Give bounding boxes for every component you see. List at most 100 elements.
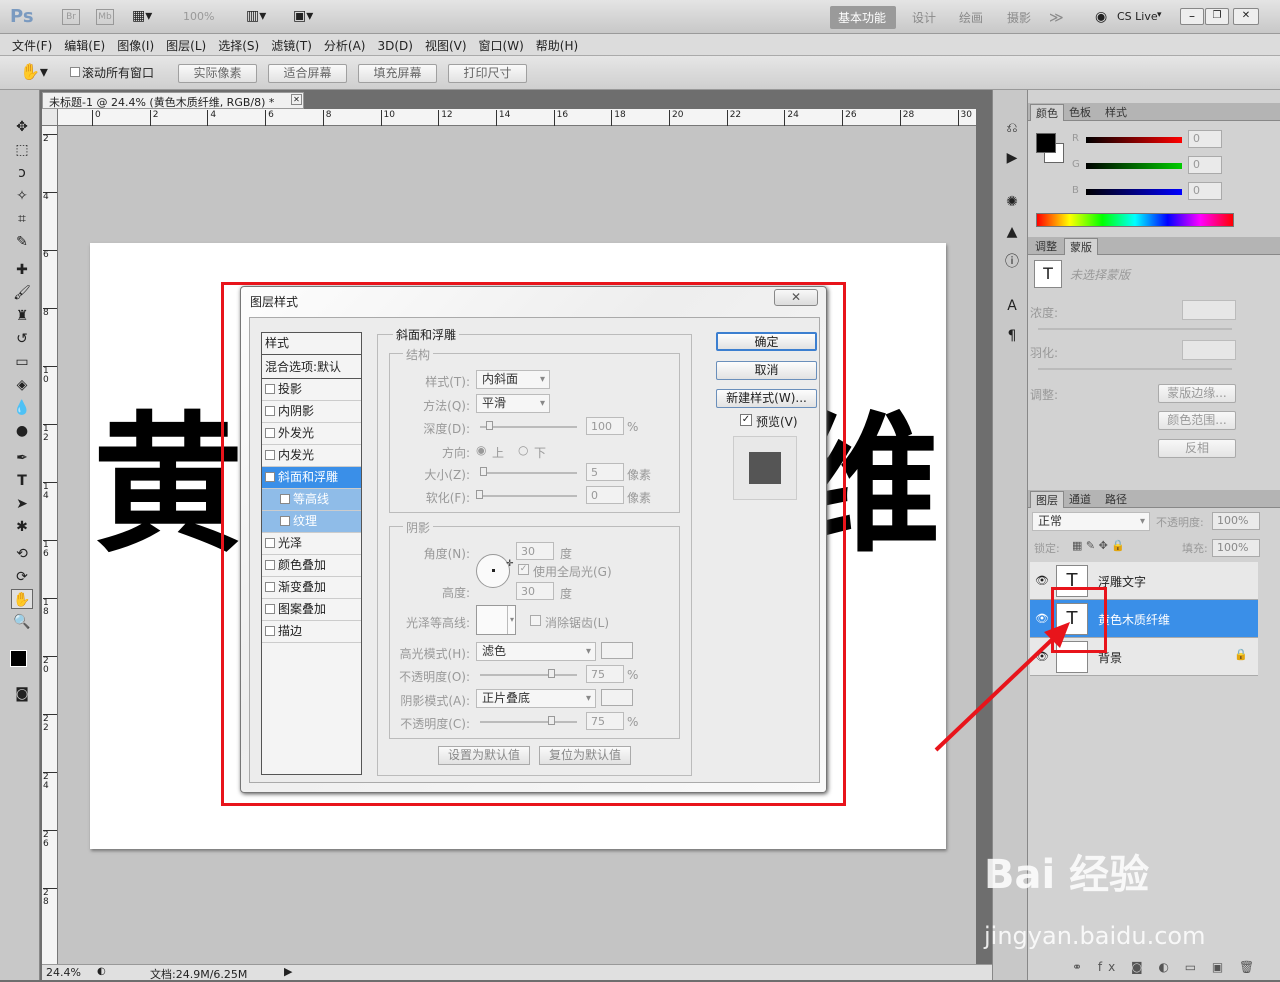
navigator-panel-icon[interactable]: ✺ bbox=[1002, 192, 1022, 212]
blend-mode-select[interactable]: 正常 bbox=[1032, 512, 1150, 531]
tab-channels[interactable]: 通道 bbox=[1064, 491, 1096, 508]
paint-bucket-icon[interactable]: ◈ bbox=[11, 375, 33, 395]
color-spectrum[interactable] bbox=[1036, 213, 1234, 227]
menu-filter[interactable]: 滤镜(T) bbox=[265, 34, 318, 57]
quick-mask-icon[interactable]: ◙ bbox=[11, 684, 33, 704]
tab-paths[interactable]: 路径 bbox=[1100, 491, 1132, 508]
path-select-icon[interactable]: ➤ bbox=[11, 494, 33, 514]
marquee-tool-icon[interactable]: ⬚ bbox=[11, 140, 33, 160]
tab-adjustments[interactable]: 调整 bbox=[1030, 238, 1062, 255]
cs-live-button[interactable]: CS Live bbox=[1117, 10, 1158, 23]
layers-footer-icons[interactable]: ⚭ fx ◙ ◐ ▭ ▣ 🗑 bbox=[1072, 960, 1260, 974]
workspace-essentials[interactable]: 基本功能 bbox=[838, 7, 886, 29]
invert-button[interactable]: 反相 bbox=[1158, 439, 1236, 458]
workspace-photography[interactable]: 摄影 bbox=[1007, 7, 1031, 29]
3d-orbit-icon[interactable]: ⟳ bbox=[11, 567, 33, 587]
shape-tool-icon[interactable]: ✱ bbox=[11, 517, 33, 537]
print-size-button[interactable]: 打印尺寸 bbox=[448, 64, 527, 83]
minimize-icon[interactable]: – bbox=[1180, 8, 1204, 25]
zoom-tool-icon[interactable]: 🔍 bbox=[11, 612, 33, 632]
paragraph-panel-icon[interactable]: ¶ bbox=[1002, 326, 1022, 346]
zoom-level[interactable]: 100% bbox=[183, 10, 214, 23]
document-tab[interactable]: 未标题-1 @ 24.4% (黄色木质纤维, RGB/8) * ✕ bbox=[42, 92, 304, 109]
color-range-button[interactable]: 颜色范围... bbox=[1158, 411, 1236, 430]
eyedropper-tool-icon[interactable]: ✎ bbox=[11, 232, 33, 252]
quick-select-icon[interactable]: ✧ bbox=[11, 186, 33, 206]
fit-screen-button[interactable]: 适合屏幕 bbox=[268, 64, 347, 83]
fill-label: 填充: bbox=[1182, 542, 1208, 555]
history-brush-icon[interactable]: ↺ bbox=[11, 329, 33, 349]
menu-edit[interactable]: 编辑(E) bbox=[58, 34, 111, 57]
mask-edge-button[interactable]: 蒙版边缘... bbox=[1158, 384, 1236, 403]
tab-layers[interactable]: 图层 bbox=[1030, 491, 1064, 508]
menu-help[interactable]: 帮助(H) bbox=[530, 34, 584, 57]
eye-icon[interactable]: 👁 bbox=[1035, 574, 1049, 587]
blur-tool-icon[interactable]: 💧 bbox=[11, 398, 33, 418]
menu-layer[interactable]: 图层(L) bbox=[160, 34, 212, 57]
feather-input[interactable] bbox=[1182, 340, 1236, 360]
brush-tool-icon[interactable]: 🖌 bbox=[11, 283, 33, 303]
actions-panel-icon[interactable]: ▶ bbox=[1002, 148, 1022, 168]
g-slider[interactable] bbox=[1086, 163, 1182, 169]
workspace-design[interactable]: 设计 bbox=[912, 7, 936, 29]
move-tool-icon[interactable]: ✥ bbox=[11, 117, 33, 137]
r-slider[interactable] bbox=[1086, 137, 1182, 143]
view-extras-icon[interactable]: ▦▾ bbox=[132, 8, 152, 24]
stamp-tool-icon[interactable]: ♜ bbox=[11, 306, 33, 326]
status-info-icon[interactable]: ◐ bbox=[97, 966, 106, 977]
crop-tool-icon[interactable]: ⌗ bbox=[11, 209, 33, 229]
density-slider[interactable] bbox=[1038, 328, 1232, 330]
lasso-tool-icon[interactable]: ↄ bbox=[11, 163, 33, 183]
g-value[interactable]: 0 bbox=[1188, 156, 1222, 174]
status-zoom[interactable]: 24.4% bbox=[46, 966, 81, 979]
r-value[interactable]: 0 bbox=[1188, 130, 1222, 148]
density-input[interactable] bbox=[1182, 300, 1236, 320]
tab-swatches[interactable]: 色板 bbox=[1064, 104, 1096, 121]
actual-pixels-button[interactable]: 实际像素 bbox=[178, 64, 257, 83]
histogram-panel-icon[interactable]: ▲ bbox=[1002, 222, 1022, 242]
hand-tool-preset-icon[interactable]: ✋▾ bbox=[20, 62, 48, 81]
hand-tool-icon[interactable]: ✋ bbox=[11, 589, 33, 609]
type-tool-icon[interactable]: T bbox=[11, 471, 33, 491]
more-workspaces-icon[interactable]: ≫ bbox=[1049, 7, 1064, 29]
eraser-tool-icon[interactable]: ▭ bbox=[11, 352, 33, 372]
character-panel-icon[interactable]: A bbox=[1002, 296, 1022, 316]
tab-styles[interactable]: 样式 bbox=[1100, 104, 1132, 121]
fill-screen-button[interactable]: 填充屏幕 bbox=[358, 64, 437, 83]
3d-rotate-icon[interactable]: ⟲ bbox=[11, 544, 33, 564]
info-panel-icon[interactable]: ⓘ bbox=[1002, 252, 1022, 272]
layer-fill[interactable]: 100% bbox=[1212, 539, 1260, 557]
ruler-v-label: 2 bbox=[43, 134, 57, 144]
foreground-color[interactable] bbox=[10, 650, 27, 667]
status-menu-icon[interactable]: ▶ bbox=[284, 965, 292, 978]
tab-masks[interactable]: 蒙版 bbox=[1064, 238, 1098, 255]
close-icon[interactable]: ✕ bbox=[1233, 8, 1259, 25]
scroll-all-checkbox[interactable] bbox=[70, 67, 80, 77]
menu-image[interactable]: 图像(I) bbox=[111, 34, 160, 57]
b-value[interactable]: 0 bbox=[1188, 182, 1222, 200]
menu-analysis[interactable]: 分析(A) bbox=[318, 34, 372, 57]
color-fg-swatch[interactable] bbox=[1036, 133, 1056, 153]
b-slider[interactable] bbox=[1086, 189, 1182, 195]
cs-live-chevron-icon[interactable]: ▾ bbox=[1157, 10, 1162, 20]
healing-brush-icon[interactable]: ✚ bbox=[11, 260, 33, 280]
close-document-icon[interactable]: ✕ bbox=[291, 94, 302, 105]
menu-file[interactable]: 文件(F) bbox=[6, 34, 58, 57]
restore-icon[interactable]: ❐ bbox=[1205, 8, 1229, 25]
lock-icons[interactable]: ▦ ✎ ✥ 🔒 bbox=[1072, 539, 1125, 552]
dodge-tool-icon[interactable]: ● bbox=[11, 421, 33, 441]
workspace-painting[interactable]: 绘画 bbox=[959, 7, 983, 29]
mini-bridge-button[interactable]: Mb bbox=[96, 9, 114, 25]
feather-slider[interactable] bbox=[1038, 368, 1232, 370]
tab-color[interactable]: 颜色 bbox=[1030, 104, 1064, 121]
menu-view[interactable]: 视图(V) bbox=[419, 34, 473, 57]
pen-tool-icon[interactable]: ✒ bbox=[11, 448, 33, 468]
layer-opacity[interactable]: 100% bbox=[1212, 512, 1260, 530]
screen-mode-icon[interactable]: ▣▾ bbox=[293, 8, 313, 24]
menu-window[interactable]: 窗口(W) bbox=[473, 34, 530, 57]
bridge-button[interactable]: Br bbox=[62, 9, 80, 25]
menu-select[interactable]: 选择(S) bbox=[212, 34, 265, 57]
history-panel-icon[interactable]: ⎌ bbox=[1002, 118, 1022, 138]
menu-3d[interactable]: 3D(D) bbox=[371, 36, 418, 56]
arrange-documents-icon[interactable]: ▥▾ bbox=[246, 8, 266, 24]
